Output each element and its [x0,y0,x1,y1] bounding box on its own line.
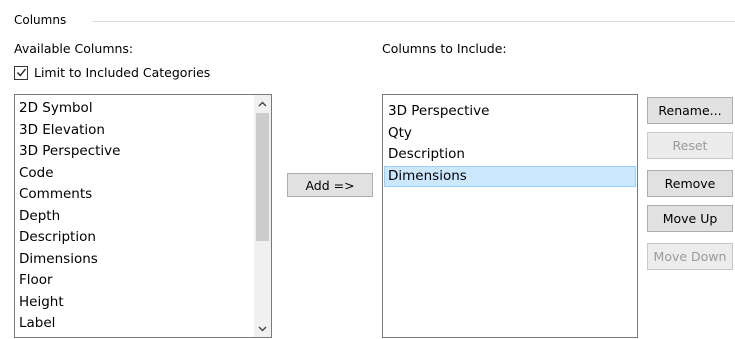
limit-checkbox[interactable] [14,65,28,80]
group-title: Columns [14,13,67,27]
scroll-thumb[interactable] [256,113,269,241]
list-item[interactable]: 3D Perspective [15,141,253,163]
list-item[interactable]: Height [15,292,253,314]
scroll-up-button[interactable] [254,95,271,112]
available-columns-list[interactable]: 2D Symbol 3D Elevation 3D Perspective Code C… [14,94,272,338]
reset-button[interactable]: Reset [647,132,733,159]
list-item[interactable]: Dimensions [384,165,636,187]
included-items: 3D Perspective Qty Description Dimensions [383,95,637,187]
list-item[interactable]: Floor [15,270,253,292]
limit-checkbox-label: Limit to Included Categories [34,65,211,80]
list-item[interactable]: Label [15,313,253,335]
list-item[interactable]: Dimensions [15,249,253,271]
list-item[interactable]: Comments [15,184,253,206]
columns-dialog: Columns Available Columns: Limit to Incl… [0,0,735,339]
list-item[interactable]: Qty [384,123,636,145]
list-item[interactable]: 3D Elevation [15,120,253,142]
list-item[interactable]: 3D Perspective [384,101,636,123]
list-item[interactable]: 2D Symbol [15,98,253,120]
columns-to-include-label: Columns to Include: [382,41,507,56]
add-button[interactable]: Add => [287,173,373,197]
available-scrollbar[interactable] [254,95,271,337]
chevron-up-icon [258,101,267,106]
list-item[interactable]: Depth [15,206,253,228]
remove-button[interactable]: Remove [647,170,733,197]
limit-checkbox-row[interactable]: Limit to Included Categories [14,65,210,80]
list-item[interactable]: Description [15,227,253,249]
move-up-button[interactable]: Move Up [647,205,733,232]
list-item[interactable]: Description [384,144,636,166]
available-items: 2D Symbol 3D Elevation 3D Perspective Code C… [15,95,271,335]
scroll-down-button[interactable] [254,320,271,337]
group-divider [92,21,735,22]
list-item[interactable]: Code [15,163,253,185]
included-columns-list[interactable]: 3D Perspective Qty Description Dimensions [382,94,638,338]
chevron-down-icon [258,326,267,331]
check-icon [16,68,26,77]
move-down-button[interactable]: Move Down [647,243,733,270]
available-columns-label: Available Columns: [14,41,134,56]
rename-button[interactable]: Rename... [647,97,733,124]
